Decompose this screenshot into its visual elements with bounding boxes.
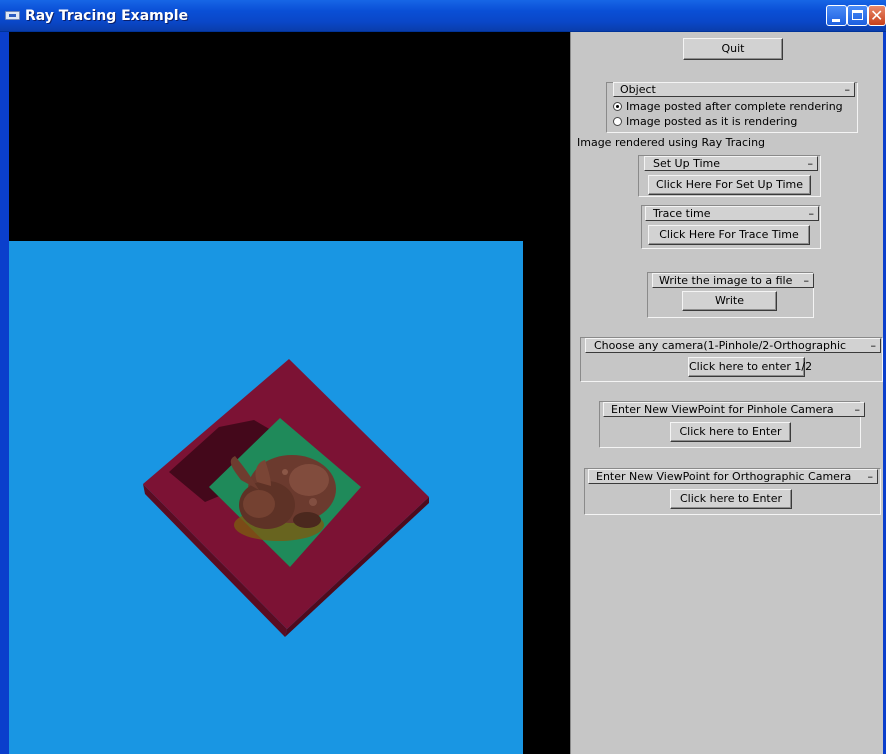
collapse-icon[interactable]: – — [804, 274, 810, 287]
setup-time-button[interactable]: Click Here For Set Up Time — [648, 175, 811, 195]
radio-complete-rendering[interactable]: Image posted after complete rendering — [613, 100, 843, 113]
pinhole-enter-button[interactable]: Click here to Enter — [670, 422, 791, 442]
setup-time-group: Set Up Time – Click Here For Set Up Time — [638, 155, 821, 197]
close-button[interactable]: ✕ — [868, 5, 886, 26]
enter-camera-button[interactable]: Click here to enter 1/2 — [688, 357, 812, 377]
radio-label: Image posted as it is rendering — [626, 115, 798, 128]
write-image-group: Write the image to a file – Write — [647, 272, 814, 318]
control-panel: Quit Object – Image posted after complet… — [570, 32, 883, 754]
maximize-icon — [852, 10, 863, 20]
collapse-icon[interactable]: – — [871, 339, 877, 352]
minimize-button[interactable] — [826, 5, 847, 26]
trace-time-header[interactable]: Trace time – — [645, 206, 819, 221]
collapse-icon[interactable]: – — [809, 207, 815, 220]
object-group: Object – Image posted after complete ren… — [606, 82, 858, 133]
trace-time-group: Trace time – Click Here For Trace Time — [641, 205, 821, 249]
camera-choice-title: Choose any camera(1-Pinhole/2-Orthograph… — [594, 339, 847, 352]
render-canvas[interactable] — [9, 32, 570, 754]
radio-selected-icon — [613, 102, 622, 111]
collapse-icon[interactable]: – — [868, 470, 874, 483]
status-text: Image rendered using Ray Tracing — [577, 136, 766, 149]
orthographic-viewpoint-title: Enter New ViewPoint for Orthographic Cam… — [596, 470, 852, 483]
radio-label: Image posted after complete rendering — [626, 100, 843, 113]
app-window-icon[interactable] — [5, 11, 20, 20]
orthographic-viewpoint-header[interactable]: Enter New ViewPoint for Orthographic Cam… — [588, 469, 878, 484]
radio-progressive-rendering[interactable]: Image posted as it is rendering — [613, 115, 797, 128]
trace-time-button[interactable]: Click Here For Trace Time — [648, 225, 810, 245]
write-image-header[interactable]: Write the image to a file – — [652, 273, 814, 288]
trace-time-title: Trace time — [653, 207, 711, 220]
object-group-header[interactable]: Object – — [613, 82, 855, 97]
title-bar[interactable]: Ray Tracing Example ✕ — [0, 0, 886, 32]
write-button[interactable]: Write — [682, 291, 777, 311]
pinhole-viewpoint-title: Enter New ViewPoint for Pinhole Camera — [611, 403, 834, 416]
camera-choice-header[interactable]: Choose any camera(1-Pinhole/2-Orthograph… — [585, 338, 881, 353]
pinhole-viewpoint-group: Enter New ViewPoint for Pinhole Camera –… — [599, 401, 865, 448]
rendered-scene — [9, 241, 523, 754]
collapse-icon[interactable]: – — [808, 157, 814, 170]
collapse-icon[interactable]: – — [855, 403, 861, 416]
orthographic-enter-button[interactable]: Click here to Enter — [670, 489, 792, 509]
write-image-title: Write the image to a file — [659, 274, 793, 287]
window-title: Ray Tracing Example — [25, 8, 189, 24]
collapse-icon[interactable]: – — [845, 83, 851, 96]
setup-time-header[interactable]: Set Up Time – — [644, 156, 818, 171]
setup-time-title: Set Up Time — [653, 157, 721, 170]
pinhole-viewpoint-header[interactable]: Enter New ViewPoint for Pinhole Camera – — [603, 402, 865, 417]
radio-unselected-icon — [613, 117, 622, 126]
window-frame-left — [0, 32, 9, 754]
close-icon: ✕ — [870, 6, 884, 25]
maximize-button[interactable] — [847, 5, 868, 26]
minimize-icon — [832, 19, 840, 22]
orthographic-viewpoint-group: Enter New ViewPoint for Orthographic Cam… — [584, 468, 881, 515]
quit-button[interactable]: Quit — [683, 38, 783, 60]
object-group-title: Object — [620, 83, 656, 96]
camera-choice-group: Choose any camera(1-Pinhole/2-Orthograph… — [580, 337, 883, 382]
